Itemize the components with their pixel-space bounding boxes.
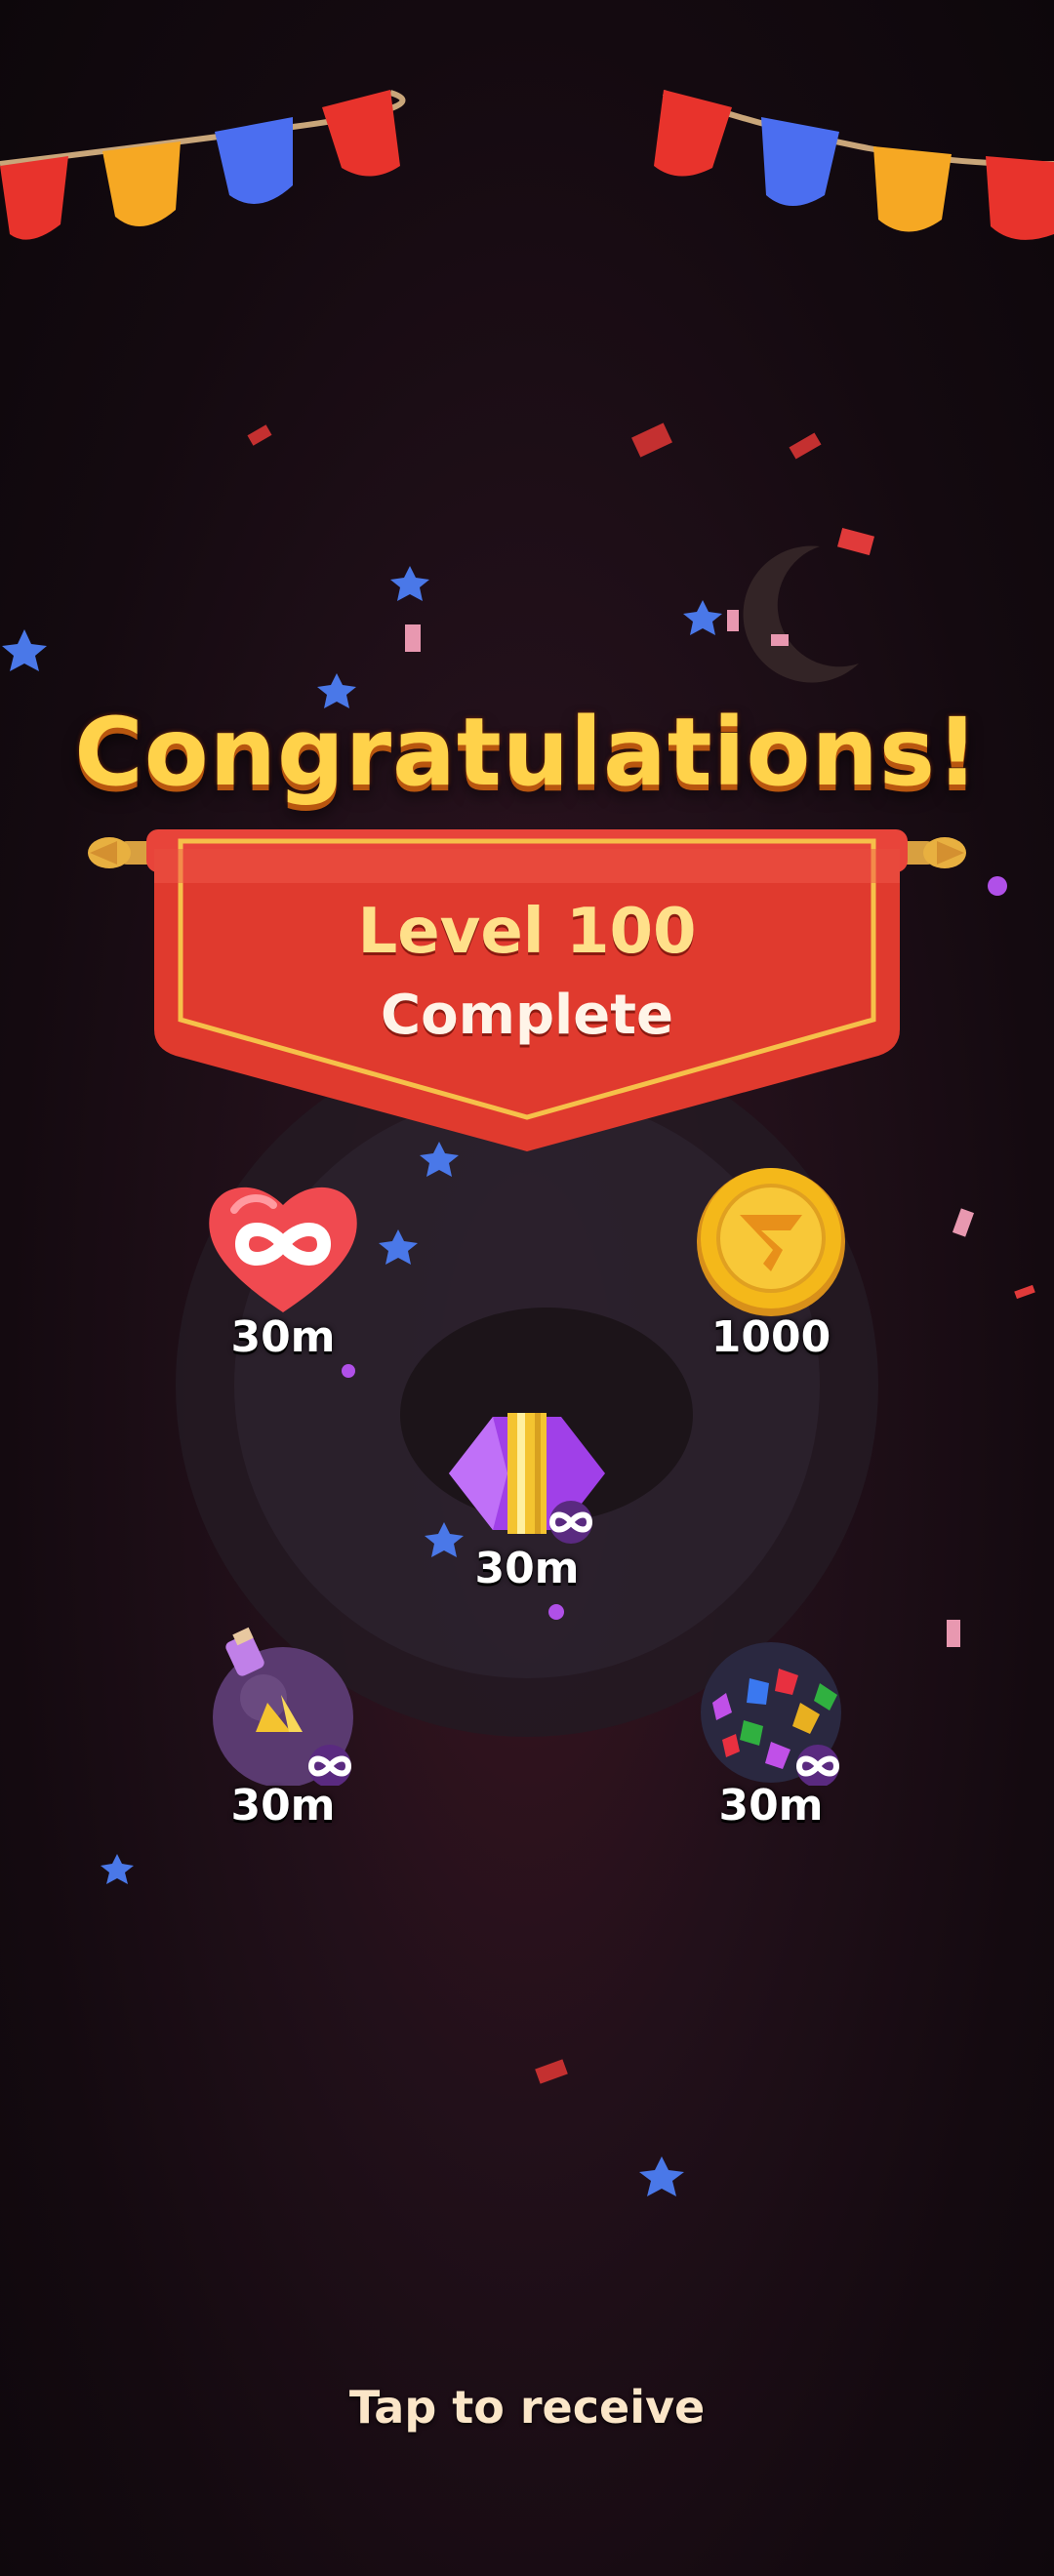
level-number: Level 100 — [357, 896, 697, 968]
reward-label: 30m — [230, 1312, 336, 1362]
reward-coin: 1000 — [654, 1166, 888, 1371]
gem-ball-booster-icon — [701, 1642, 841, 1788]
background-scene — [0, 90, 1054, 2196]
congratulations-title: Congratulations! — [74, 698, 980, 807]
reward-label: 1000 — [710, 1312, 831, 1362]
coin-icon — [697, 1168, 845, 1316]
reward-infinite-heart: 30m — [166, 1166, 400, 1371]
moon-shape — [743, 545, 859, 683]
bunting-left — [0, 90, 406, 240]
reward-label: 30m — [230, 1781, 336, 1831]
infinite-heart-icon — [209, 1187, 357, 1312]
bomb-booster-icon — [213, 1627, 353, 1788]
reward-label: 30m — [718, 1781, 824, 1831]
reward-rocket-booster: 30m — [410, 1395, 644, 1610]
tap-to-receive-button[interactable]: Tap to receive — [0, 2381, 1054, 2434]
bunting-right — [654, 90, 1054, 240]
rocket-booster-icon — [449, 1413, 605, 1544]
reward-gem-ball-booster: 30m — [654, 1625, 888, 1839]
level-status: Complete — [381, 984, 673, 1047]
reward-bomb-booster: 30m — [166, 1625, 400, 1839]
reward-label: 30m — [474, 1544, 580, 1593]
